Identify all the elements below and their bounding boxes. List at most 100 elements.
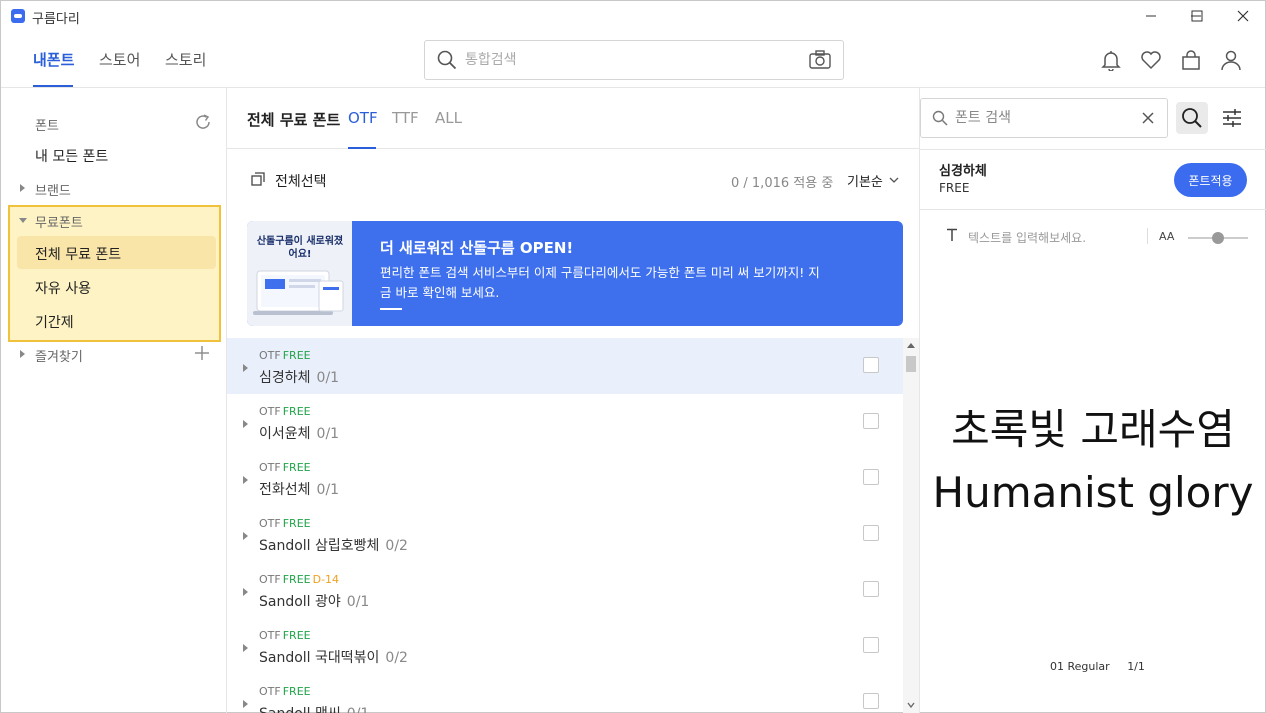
bell-icon[interactable] bbox=[1100, 49, 1122, 71]
camera-icon[interactable] bbox=[809, 50, 831, 70]
font-name: Sandoll 광야 0/1 bbox=[259, 591, 369, 611]
filter-bar: 전체 무료 폰트 OTF TTF ALL bbox=[227, 88, 919, 149]
expand-arrow-icon[interactable] bbox=[243, 644, 248, 652]
expand-arrow-icon[interactable] bbox=[243, 588, 248, 596]
tab-store[interactable]: 스토어 bbox=[99, 49, 140, 70]
font-free-badge: FREE bbox=[282, 685, 311, 698]
table-row[interactable]: OTF FREE 심경하체 0/1 bbox=[227, 338, 903, 394]
table-row[interactable]: OTFFREE Sandoll 맥씨 0/1 bbox=[227, 674, 903, 713]
font-name: Sandoll 삼립호빵체 0/2 bbox=[259, 535, 408, 555]
collapse-arrow-icon[interactable] bbox=[19, 218, 27, 223]
select-all-icon[interactable] bbox=[251, 172, 265, 186]
font-count: 0/1 bbox=[316, 426, 340, 442]
scrollbar-thumb[interactable] bbox=[906, 356, 916, 372]
font-checkbox[interactable] bbox=[863, 357, 879, 373]
banner-thumbnail: 산돌구름이 새로워졌어요! bbox=[247, 221, 352, 326]
user-icon[interactable] bbox=[1220, 49, 1242, 71]
font-count: 0/2 bbox=[385, 538, 408, 554]
select-all-button[interactable]: 전체선택 bbox=[275, 171, 327, 191]
filter-settings-icon[interactable] bbox=[1222, 108, 1242, 128]
tab-underline bbox=[33, 85, 73, 87]
applied-count: 0 / 1,016 적용 중 bbox=[731, 176, 834, 191]
apply-font-button[interactable]: 폰트적용 bbox=[1174, 163, 1247, 197]
font-checkbox[interactable] bbox=[863, 693, 879, 709]
chevron-down-icon[interactable] bbox=[889, 176, 899, 184]
font-name-label: Sandoll 맥씨 bbox=[259, 706, 341, 713]
banner-description: 편리한 폰트 검색 서비스부터 이제 구름다리에서도 가능한 폰트 미리 써 보… bbox=[380, 265, 820, 300]
font-checkbox[interactable] bbox=[863, 637, 879, 653]
table-row[interactable]: OTF FREE 이서윤체 0/1 bbox=[227, 394, 903, 450]
weight-count: 1/1 bbox=[1127, 660, 1145, 673]
sidebar-item-free-fonts[interactable]: 무료폰트 bbox=[35, 212, 83, 231]
scrollbar[interactable] bbox=[903, 338, 919, 713]
app-window: 구름다리 내폰트 스토어 스토리 통합검색 폰트 내 모든 폰트 브랜드 무료폰… bbox=[0, 0, 1266, 713]
font-checkbox[interactable] bbox=[863, 413, 879, 429]
sidebar-item-brand[interactable]: 브랜드 bbox=[35, 180, 71, 199]
clear-icon[interactable] bbox=[1142, 112, 1154, 124]
font-name: 심경하체 0/1 bbox=[259, 367, 339, 387]
expand-arrow-icon[interactable] bbox=[20, 184, 25, 192]
font-free-badge: FREE bbox=[282, 349, 311, 362]
scroll-down-icon[interactable] bbox=[907, 702, 915, 708]
font-search-button[interactable] bbox=[1176, 102, 1208, 134]
tab-story[interactable]: 스토리 bbox=[165, 49, 206, 70]
sidebar-item-favorites[interactable]: 즐겨찾기 bbox=[35, 346, 83, 365]
minimize-button[interactable] bbox=[1128, 1, 1174, 31]
font-size-slider-knob[interactable] bbox=[1212, 232, 1224, 244]
maximize-button[interactable] bbox=[1174, 1, 1220, 31]
expand-arrow-icon[interactable] bbox=[20, 350, 25, 358]
expand-arrow-icon[interactable] bbox=[243, 700, 248, 708]
table-row[interactable]: OTF FREE Sandoll 국대떡볶이 0/2 bbox=[227, 618, 903, 674]
promo-banner[interactable]: 산돌구름이 새로워졌어요! 더 새로워진 산돌구름 OPEN! 편리한 폰트 검… bbox=[247, 221, 903, 326]
tab-all[interactable]: ALL bbox=[435, 109, 462, 127]
scroll-up-icon[interactable] bbox=[907, 342, 915, 348]
expand-arrow-icon[interactable] bbox=[243, 364, 248, 372]
refresh-icon[interactable] bbox=[194, 113, 212, 131]
banner-dash bbox=[380, 308, 402, 310]
sidebar-item-free-use[interactable]: 자유 사용 bbox=[35, 278, 91, 298]
font-meta: OTF FREE bbox=[259, 405, 313, 418]
sidebar-item-limited[interactable]: 기간제 bbox=[35, 312, 74, 332]
font-format: OTF bbox=[259, 629, 281, 642]
font-name-label: 전화선체 bbox=[259, 482, 311, 498]
tab-my-fonts[interactable]: 내폰트 bbox=[33, 49, 74, 70]
font-checkbox[interactable] bbox=[863, 525, 879, 541]
filter-title: 전체 무료 폰트 bbox=[247, 111, 341, 129]
preview-panel: 심경하체 FREE 폰트적용 AA 초록빛 고래수염 Humanist glor… bbox=[919, 88, 1266, 713]
font-name-label: 심경하체 bbox=[259, 370, 311, 386]
add-icon[interactable] bbox=[195, 346, 209, 360]
search-icon bbox=[932, 110, 948, 126]
preview-text-input[interactable] bbox=[968, 229, 1143, 247]
font-name-label: Sandoll 삼립호빵체 bbox=[259, 538, 380, 554]
font-format: OTF bbox=[259, 461, 281, 474]
font-count: 0/1 bbox=[316, 370, 340, 386]
font-meta: OTF FREE bbox=[259, 349, 313, 362]
expand-arrow-icon[interactable] bbox=[243, 532, 248, 540]
maximize-icon bbox=[1191, 10, 1203, 22]
expand-arrow-icon[interactable] bbox=[243, 420, 248, 428]
expand-arrow-icon[interactable] bbox=[243, 476, 248, 484]
font-checkbox[interactable] bbox=[863, 581, 879, 597]
font-checkbox[interactable] bbox=[863, 469, 879, 485]
font-count: 0/2 bbox=[385, 650, 408, 666]
font-search-input[interactable] bbox=[955, 107, 1135, 129]
sort-dropdown[interactable]: 기본순 bbox=[847, 171, 883, 190]
font-count: 0/1 bbox=[346, 594, 370, 610]
tab-ttf[interactable]: TTF bbox=[392, 109, 419, 127]
global-search-input[interactable] bbox=[465, 49, 805, 71]
search-icon bbox=[1182, 108, 1202, 128]
sidebar-item-all-free[interactable]: 전체 무료 폰트 bbox=[35, 244, 121, 264]
font-size-icon: AA bbox=[1159, 230, 1175, 243]
table-row[interactable]: OTF FREE 전화선체 0/1 bbox=[227, 450, 903, 506]
minimize-icon bbox=[1146, 15, 1156, 17]
font-name-label: 이서윤체 bbox=[259, 426, 311, 442]
table-row[interactable]: OTF FREE Sandoll 삼립호빵체 0/2 bbox=[227, 506, 903, 562]
font-meta: OTF FREE bbox=[259, 461, 313, 474]
font-free-badge: FREE bbox=[282, 517, 311, 530]
bag-icon[interactable] bbox=[1180, 49, 1202, 71]
heart-icon[interactable] bbox=[1140, 49, 1162, 71]
close-button[interactable] bbox=[1220, 1, 1266, 31]
tab-otf[interactable]: OTF bbox=[348, 109, 378, 127]
table-row[interactable]: OTF FREE D-14 Sandoll 광야 0/1 bbox=[227, 562, 903, 618]
sidebar-item-all-fonts[interactable]: 내 모든 폰트 bbox=[35, 146, 108, 166]
